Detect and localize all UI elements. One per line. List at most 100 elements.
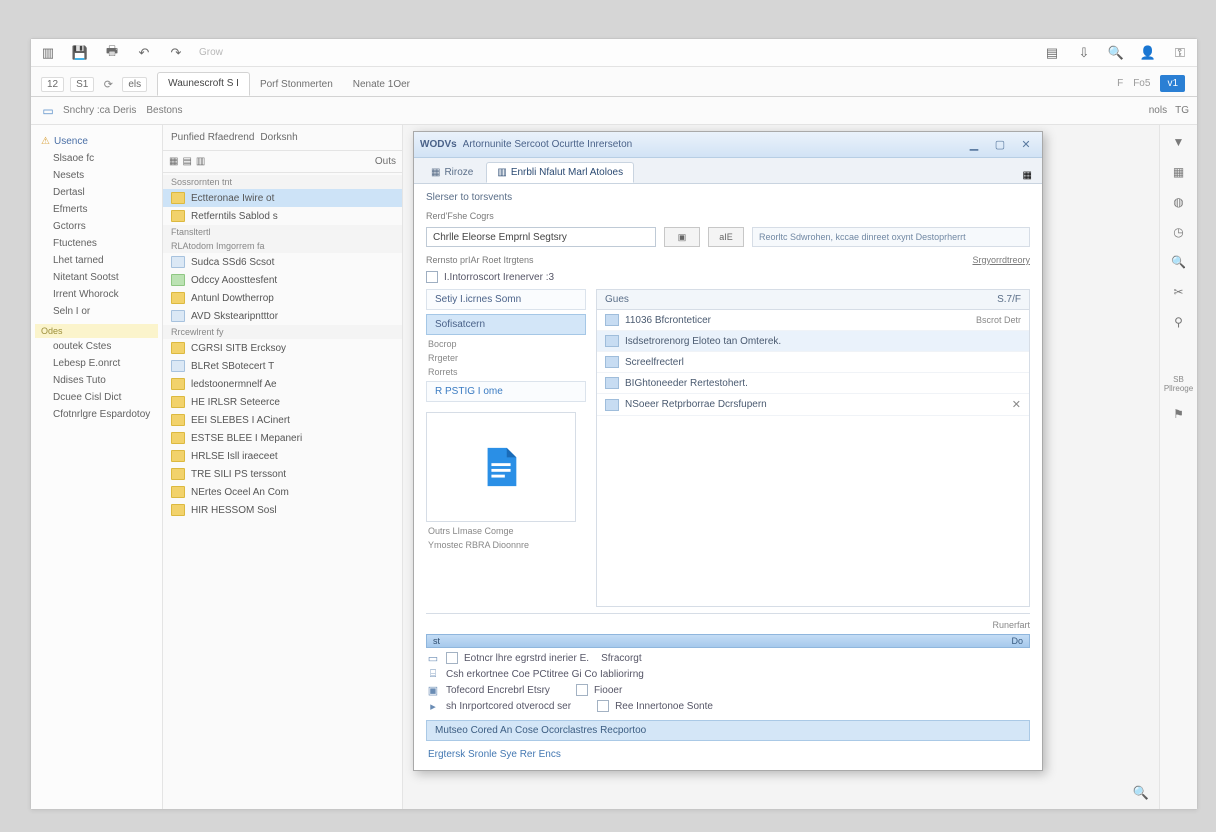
list-item[interactable]: NErtes Oceel An Com bbox=[163, 483, 402, 501]
tool-a[interactable]: F bbox=[1117, 78, 1123, 89]
list-icon[interactable]: ▤ bbox=[182, 156, 191, 167]
grid-icon[interactable]: ▥ bbox=[196, 156, 205, 167]
tab-3[interactable]: Nenate 1Oer bbox=[343, 73, 420, 96]
quick-slot-1[interactable]: 12 bbox=[41, 77, 64, 92]
category-item-selected[interactable]: Sofisatcern bbox=[426, 314, 586, 335]
maximize-icon[interactable]: ▢ bbox=[990, 137, 1010, 153]
tab-1[interactable]: Waunescroft S I bbox=[157, 72, 250, 96]
list-item[interactable]: BLRet SBotecert T bbox=[163, 357, 402, 375]
layers-icon[interactable]: ▦ bbox=[1169, 163, 1189, 181]
nav-item[interactable]: Lebesp E.onrct bbox=[35, 355, 158, 372]
save-icon[interactable]: 💾 bbox=[71, 45, 89, 61]
dialog-tab-tools[interactable]: ▦ bbox=[1019, 168, 1036, 183]
result-row[interactable]: Isdsetrorenorg Eloteo tan Omterek. bbox=[597, 331, 1029, 352]
apply-button[interactable]: aIE bbox=[708, 227, 744, 247]
recent-item[interactable]: R PSTIG I ome bbox=[426, 381, 586, 402]
dialog-titlebar[interactable]: WODVs Artornunite Sercoot Ocurtte Inrers… bbox=[414, 132, 1042, 158]
list-item[interactable]: HE IRLSR Seteerce bbox=[163, 393, 402, 411]
tab-2[interactable]: Porf Stonmerten bbox=[250, 73, 343, 96]
ribbon-label-2[interactable]: Bestons bbox=[146, 105, 182, 116]
nav-item[interactable]: Ftuctenes bbox=[35, 235, 158, 252]
list-item[interactable]: Odccy Aoosttesfent bbox=[163, 271, 402, 289]
nav-item[interactable]: Gctorrs bbox=[35, 218, 158, 235]
nav-item[interactable]: Cfotnrlgre Espardotoy bbox=[35, 406, 158, 423]
explorer-head-2[interactable]: Dorksnh bbox=[260, 132, 297, 143]
result-row[interactable]: NSoeer Retprborrae Dcrsfupern ✕ bbox=[597, 394, 1029, 416]
flag-icon[interactable]: ⚑ bbox=[1169, 405, 1189, 423]
checkbox-icon[interactable] bbox=[576, 684, 588, 696]
nav-item[interactable]: Dertasl bbox=[35, 184, 158, 201]
globe-icon[interactable]: ◍ bbox=[1169, 193, 1189, 211]
zoom-icon[interactable]: 🔍 bbox=[1169, 253, 1189, 271]
browse-button[interactable]: ▣ bbox=[664, 227, 700, 247]
quick-slot-4[interactable]: els bbox=[122, 77, 147, 92]
list-item[interactable]: ESTSE BLEE I Mepaneri bbox=[163, 429, 402, 447]
toolbar-hint: Grow bbox=[199, 47, 223, 58]
quick-slot-2[interactable]: S1 bbox=[70, 77, 94, 92]
option-row[interactable]: ▸ sh Inrportcored otverocd ser Ree Inner… bbox=[426, 700, 1030, 712]
key-icon[interactable]: ⚿ bbox=[1171, 45, 1189, 61]
list-item[interactable]: Sudca SSd6 Scsot bbox=[163, 253, 402, 271]
cut-icon[interactable]: ✂ bbox=[1169, 283, 1189, 301]
redo-icon[interactable]: ↷ bbox=[167, 45, 185, 61]
list-item[interactable]: HRLSE Isll iraeceet bbox=[163, 447, 402, 465]
list-item[interactable]: TRE SILI PS terssont bbox=[163, 465, 402, 483]
name-input[interactable] bbox=[426, 227, 656, 247]
user-icon[interactable]: 👤 bbox=[1139, 45, 1157, 61]
close-icon[interactable]: ✕ bbox=[1016, 137, 1036, 153]
tool-b[interactable]: Fo5 bbox=[1133, 78, 1150, 89]
book-icon[interactable]: ▭ bbox=[39, 103, 57, 119]
nav-item[interactable]: Slsaoe fc bbox=[35, 150, 158, 167]
search-icon[interactable]: 🔍 bbox=[1107, 45, 1125, 61]
explorer-tab-label[interactable]: Outs bbox=[375, 156, 396, 167]
category-item[interactable]: Setiy I.icrnes Somn bbox=[426, 289, 586, 310]
clock-icon[interactable]: ◷ bbox=[1169, 223, 1189, 241]
options-icon[interactable]: ▤ bbox=[1043, 45, 1061, 61]
minimize-icon[interactable]: ▁ bbox=[964, 137, 984, 153]
nav-item[interactable]: Nitetant Sootst bbox=[35, 269, 158, 286]
dialog-tab-2[interactable]: ▥ Enrbli Nfalut Marl Atoloes bbox=[486, 162, 634, 183]
option-row[interactable]: ⌸ Csh erkortnee Coe PCtitree Gi Co Iabli… bbox=[426, 668, 1030, 680]
remove-icon[interactable]: ✕ bbox=[1012, 398, 1021, 411]
pin-icon[interactable]: ⚲ bbox=[1169, 313, 1189, 331]
nav-item[interactable]: Dcuee Cisl Dict bbox=[35, 389, 158, 406]
nav-item[interactable]: Seln I or bbox=[35, 303, 158, 320]
option-row[interactable]: ▭ Eotncr lhre egrstrd inerier E. Sfracor… bbox=[426, 652, 1030, 664]
result-row[interactable]: Screelfrecterl bbox=[597, 352, 1029, 373]
result-row[interactable]: 11036 Bfcronteticer Bscrot Detr bbox=[597, 310, 1029, 331]
nav-item[interactable]: Ndises Tuto bbox=[35, 372, 158, 389]
undo-icon[interactable]: ↶ bbox=[135, 45, 153, 61]
print-icon[interactable]: 🖶 bbox=[103, 45, 121, 61]
dialog-tab-1[interactable]: ▦ Riroze bbox=[420, 162, 484, 183]
list-item[interactable]: AVD Skstearipntttor bbox=[163, 307, 402, 325]
checkbox-icon[interactable] bbox=[426, 271, 438, 283]
list-section: Rrcewlrent fy bbox=[163, 325, 402, 339]
refresh-icon[interactable]: ⟳ bbox=[100, 76, 116, 92]
list-item[interactable]: ledstoonermnelf Ae bbox=[163, 375, 402, 393]
list-item[interactable]: Antunl Dowtherrop bbox=[163, 289, 402, 307]
list-item[interactable]: CGRSI SITB Ercksoy bbox=[163, 339, 402, 357]
checkbox-icon[interactable] bbox=[597, 700, 609, 712]
download-icon[interactable]: ⇩ bbox=[1075, 45, 1093, 61]
list-section: RLAtodom Imgorrem fa bbox=[163, 239, 402, 253]
nav-item[interactable]: Lhet tarned bbox=[35, 252, 158, 269]
list-item[interactable]: Ectteronae Iwire ot bbox=[163, 189, 402, 207]
nav-item[interactable]: Efmerts bbox=[35, 201, 158, 218]
list-item[interactable]: HIR HESSOM Sosl bbox=[163, 501, 402, 519]
explorer-head-1[interactable]: Punfied Rfaedrend bbox=[171, 132, 254, 143]
list-item[interactable]: EEI SLEBES I ACinert bbox=[163, 411, 402, 429]
option-row[interactable]: ▣ Tofecord Encrebrl Etsry Fiooer bbox=[426, 684, 1030, 696]
nav-item[interactable]: ooutek Cstes bbox=[35, 338, 158, 355]
sub-label: Rernsto prIAr Roet Itrgtens bbox=[426, 255, 534, 265]
filter-icon[interactable]: ▼ bbox=[1169, 133, 1189, 151]
sub-link[interactable]: Srgyorrdtreory bbox=[972, 255, 1030, 265]
list-item[interactable]: Retferntils Sablod s bbox=[163, 207, 402, 225]
checkbox-icon[interactable] bbox=[446, 652, 458, 664]
search-icon[interactable]: 🔍 bbox=[1133, 785, 1149, 801]
footer-link[interactable]: Ergtersk Sronle Sye Rer Encs bbox=[426, 745, 1030, 764]
result-row[interactable]: BIGhtoneeder Rertestohert. bbox=[597, 373, 1029, 394]
nav-item[interactable]: Irrent Whorock bbox=[35, 286, 158, 303]
layout-icon[interactable]: ▦ bbox=[169, 156, 178, 167]
nav-item[interactable]: Nesets bbox=[35, 167, 158, 184]
checkbox-row[interactable]: I.Intorroscort Irenerver :3 bbox=[426, 271, 1030, 283]
